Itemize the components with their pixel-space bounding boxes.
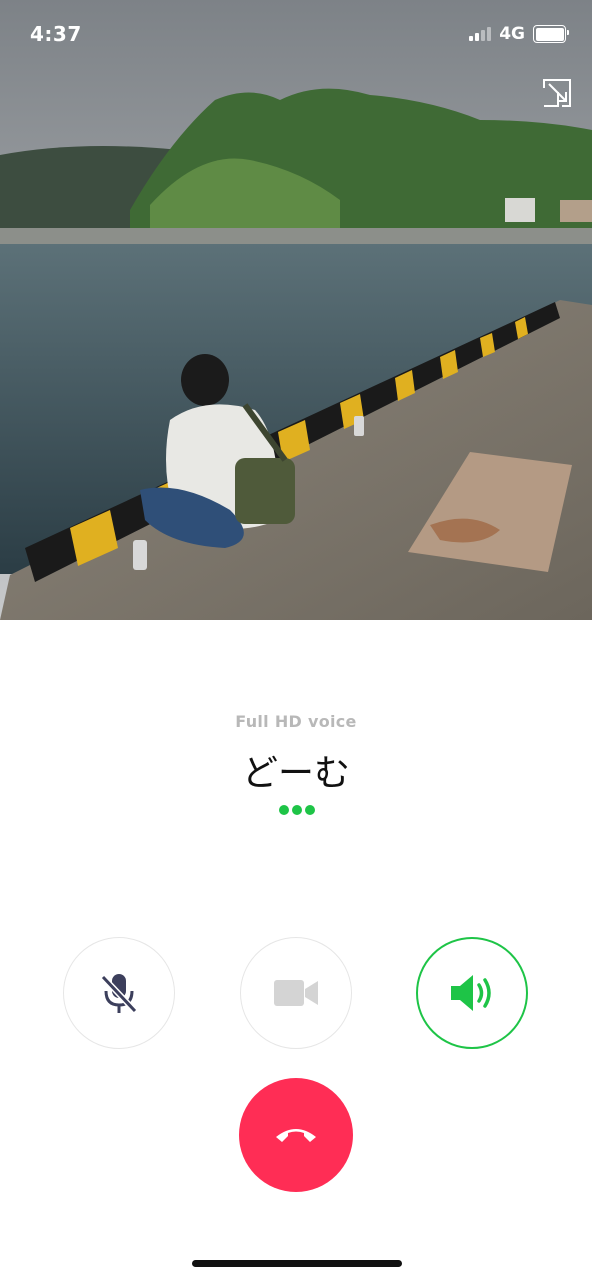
status-time: 4:37 xyxy=(30,22,82,46)
battery-icon xyxy=(533,25,569,43)
connecting-dots-indicator xyxy=(279,805,315,815)
minimize-call-button[interactable] xyxy=(540,76,574,110)
caller-name: どーむ xyxy=(241,753,350,794)
connecting-dot xyxy=(279,805,289,815)
mute-button[interactable] xyxy=(63,937,175,1049)
video-button[interactable] xyxy=(240,937,352,1049)
microphone-muted-icon xyxy=(100,974,138,1014)
video-camera-icon xyxy=(274,980,318,1006)
harbor-photo xyxy=(0,0,592,620)
end-call-icon xyxy=(276,1129,316,1142)
home-indicator[interactable] xyxy=(192,1260,402,1267)
caller-background-photo xyxy=(0,0,592,620)
call-quality-label: Full HD voice xyxy=(235,712,357,731)
connecting-dot xyxy=(305,805,315,815)
end-call-button[interactable] xyxy=(239,1078,353,1192)
status-indicators: 4G xyxy=(469,24,569,44)
speaker-button[interactable] xyxy=(416,937,528,1049)
network-type: 4G xyxy=(499,24,525,44)
minimize-arrow-icon xyxy=(543,79,571,107)
cellular-signal-icon xyxy=(469,27,492,41)
connecting-dot xyxy=(292,805,302,815)
speaker-icon xyxy=(451,975,491,1011)
